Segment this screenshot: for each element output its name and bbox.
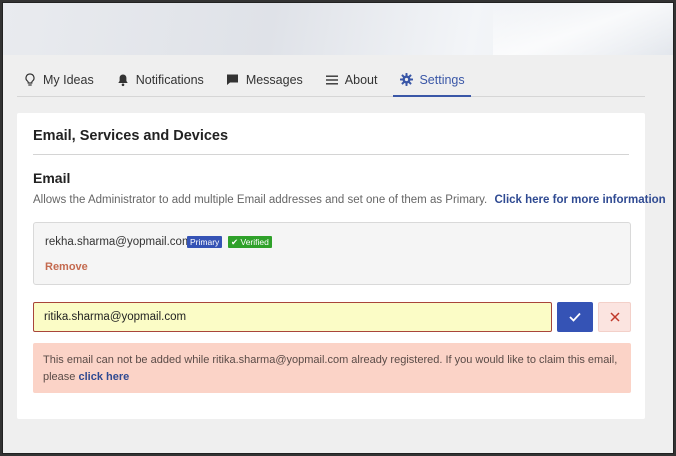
primary-badge: Primary — [187, 236, 223, 248]
cancel-add-email-button[interactable] — [598, 302, 631, 332]
message-icon — [226, 73, 240, 87]
tab-my-ideas[interactable]: My Ideas — [17, 63, 100, 96]
existing-email-item: rekha.sharma@yopmail.com Primary ✔ Verif… — [33, 222, 631, 285]
lightbulb-icon — [23, 72, 37, 87]
checkmark-icon — [569, 310, 581, 325]
confirm-add-email-button[interactable] — [557, 302, 593, 332]
header-banner — [3, 3, 673, 55]
verified-label: Verified — [240, 237, 269, 247]
card-title: Email, Services and Devices — [33, 128, 229, 144]
remove-email-link[interactable]: Remove — [45, 261, 88, 273]
tab-label: My Ideas — [43, 72, 94, 87]
new-email-input[interactable] — [33, 302, 552, 332]
claim-email-link[interactable]: click here — [78, 371, 129, 383]
tab-settings[interactable]: Settings — [393, 63, 471, 97]
tab-label: Notifications — [135, 72, 204, 87]
app-window: My Ideas Notifications Messages About Se… — [2, 2, 674, 454]
more-info-link[interactable]: Click here for more information — [494, 194, 665, 206]
tab-label: Settings — [419, 72, 465, 87]
list-icon — [325, 73, 339, 87]
error-alert: This email can not be added while ritika… — [33, 343, 631, 393]
gear-icon — [399, 73, 413, 87]
tab-label: About — [344, 72, 378, 87]
tab-label: Messages — [245, 72, 303, 87]
close-icon — [609, 310, 620, 325]
email-address: rekha.sharma@yopmail.com — [45, 236, 192, 248]
profile-tabs: My Ideas Notifications Messages About Se… — [17, 63, 645, 97]
description-text: Allows the Administrator to add multiple… — [33, 194, 488, 206]
tab-about[interactable]: About — [319, 63, 384, 96]
verified-badge: ✔ Verified — [228, 236, 272, 248]
email-settings-card: Email, Services and Devices Email Allows… — [17, 113, 666, 419]
section-description: Allows the Administrator to add multiple… — [33, 194, 666, 206]
tab-messages[interactable]: Messages — [220, 63, 309, 96]
bell-icon — [116, 73, 130, 87]
check-icon: ✔ — [231, 237, 239, 247]
divider — [33, 154, 629, 155]
section-title: Email — [33, 170, 71, 186]
banner-highlight — [493, 3, 673, 55]
tab-notifications[interactable]: Notifications — [110, 63, 210, 96]
